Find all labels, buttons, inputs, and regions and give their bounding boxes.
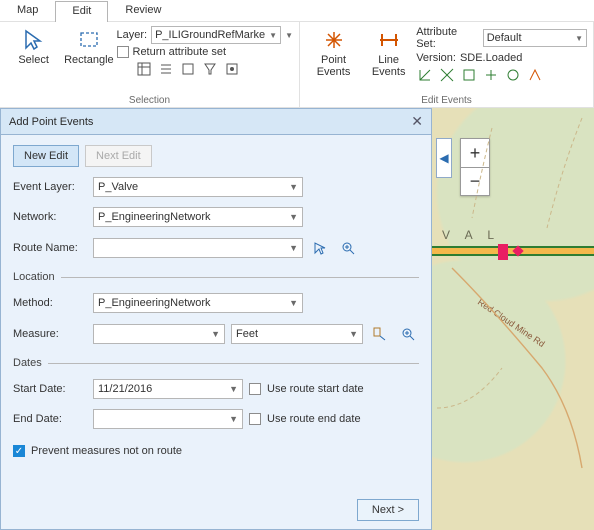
ee-tool-3[interactable] bbox=[460, 66, 478, 84]
tab-next-edit: Next Edit bbox=[85, 145, 152, 167]
ee-tool-2[interactable] bbox=[438, 66, 456, 84]
method-combo[interactable]: P_EngineeringNetwork▼ bbox=[93, 293, 303, 313]
event-layer-label: Event Layer: bbox=[13, 181, 87, 193]
add-point-events-panel: Add Point Events ✕ New Edit Next Edit Ev… bbox=[0, 108, 432, 530]
group-selection: Select Rectangle Layer: P_ILIGroundRefMa… bbox=[0, 22, 300, 107]
attr-set-label: Attribute Set: bbox=[416, 26, 479, 50]
use-route-start-label: Use route start date bbox=[267, 383, 364, 395]
return-attr-checkbox[interactable] bbox=[117, 46, 129, 58]
list-icon[interactable] bbox=[157, 60, 175, 78]
ee-tool-4[interactable] bbox=[482, 66, 500, 84]
ee-tool-1[interactable] bbox=[416, 66, 434, 84]
roads-layer bbox=[432, 108, 594, 528]
use-route-end-label: Use route end date bbox=[267, 413, 361, 425]
chevron-down-icon: ▼ bbox=[289, 243, 298, 253]
network-label: Network: bbox=[13, 211, 87, 223]
pick-measure-on-map-icon[interactable] bbox=[369, 323, 391, 345]
measure-label: Measure: bbox=[13, 328, 87, 340]
main-tabs: Map Edit Review bbox=[0, 0, 594, 22]
start-date-input[interactable]: 11/21/2016▼ bbox=[93, 379, 243, 399]
prevent-measures-label: Prevent measures not on route bbox=[31, 445, 182, 457]
layer-extra-dd[interactable]: ▼ bbox=[285, 31, 293, 40]
network-combo[interactable]: P_EngineeringNetwork▼ bbox=[93, 207, 303, 227]
location-section: Location bbox=[13, 271, 55, 283]
prevent-measures-checkbox[interactable]: ✓ bbox=[13, 445, 25, 457]
route-name-label: Route Name: bbox=[13, 242, 87, 254]
chevron-down-icon: ▼ bbox=[229, 414, 238, 424]
ee-tool-6[interactable] bbox=[526, 66, 544, 84]
filter-icon[interactable] bbox=[201, 60, 219, 78]
use-route-end-checkbox[interactable] bbox=[249, 413, 261, 425]
start-date-label: Start Date: bbox=[13, 383, 87, 395]
ee-tool-5[interactable] bbox=[504, 66, 522, 84]
selection-group-label: Selection bbox=[0, 95, 299, 106]
zoom-to-route-icon[interactable] bbox=[337, 237, 359, 259]
table-icon[interactable] bbox=[135, 60, 153, 78]
point-events-icon bbox=[322, 28, 346, 52]
layer-label: Layer: bbox=[117, 29, 148, 41]
line-events-button[interactable]: Line Events bbox=[361, 24, 416, 84]
options-icon[interactable] bbox=[223, 60, 241, 78]
chevron-down-icon: ▼ bbox=[575, 34, 583, 43]
rectangle-select-icon bbox=[77, 28, 101, 52]
edit-events-group-label: Edit Events bbox=[300, 95, 593, 106]
end-date-input[interactable]: ▼ bbox=[93, 409, 243, 429]
chevron-down-icon: ▼ bbox=[349, 329, 358, 339]
dates-section: Dates bbox=[13, 357, 42, 369]
clear-icon[interactable] bbox=[179, 60, 197, 78]
next-button[interactable]: Next > bbox=[357, 499, 419, 521]
layer-combo[interactable]: P_ILIGroundRefMarkers ▼ bbox=[151, 26, 281, 44]
tab-edit[interactable]: Edit bbox=[55, 1, 108, 22]
version-label: Version: bbox=[416, 52, 456, 64]
select-arrow-icon bbox=[22, 28, 46, 52]
group-edit-events: Point Events Line Events Attribute Set: … bbox=[300, 22, 594, 107]
event-layer-combo[interactable]: P_Valve▼ bbox=[93, 177, 303, 197]
method-label: Method: bbox=[13, 297, 87, 309]
end-date-label: End Date: bbox=[13, 413, 87, 425]
tab-map[interactable]: Map bbox=[0, 0, 55, 21]
workspace: Add Point Events ✕ New Edit Next Edit Ev… bbox=[0, 108, 594, 530]
return-attr-label: Return attribute set bbox=[133, 46, 227, 58]
measure-input[interactable]: ▼ bbox=[93, 324, 225, 344]
chevron-down-icon: ▼ bbox=[211, 329, 220, 339]
map-canvas[interactable]: ◀ + − V A L Red Cloud Mine Rd bbox=[432, 108, 594, 530]
rectangle-tool[interactable]: Rectangle bbox=[61, 24, 116, 78]
chevron-down-icon: ▼ bbox=[229, 384, 238, 394]
tab-new-edit[interactable]: New Edit bbox=[13, 145, 79, 167]
line-events-icon bbox=[377, 28, 401, 52]
use-route-start-checkbox[interactable] bbox=[249, 383, 261, 395]
select-tool[interactable]: Select bbox=[6, 24, 61, 78]
measure-unit-combo[interactable]: Feet▼ bbox=[231, 324, 363, 344]
chevron-down-icon: ▼ bbox=[269, 31, 277, 40]
select-route-on-map-icon[interactable] bbox=[309, 237, 331, 259]
panel-title: Add Point Events bbox=[9, 116, 405, 128]
ribbon: Select Rectangle Layer: P_ILIGroundRefMa… bbox=[0, 22, 594, 108]
chevron-down-icon: ▼ bbox=[289, 212, 298, 222]
point-events-button[interactable]: Point Events bbox=[306, 24, 361, 84]
zoom-to-measure-icon[interactable] bbox=[397, 323, 419, 345]
version-value: SDE.Loaded bbox=[460, 52, 522, 64]
route-name-combo[interactable]: ▼ bbox=[93, 238, 303, 258]
chevron-down-icon: ▼ bbox=[289, 182, 298, 192]
tab-review[interactable]: Review bbox=[108, 0, 178, 21]
attr-set-combo[interactable]: Default ▼ bbox=[483, 29, 587, 47]
close-icon[interactable]: ✕ bbox=[411, 113, 423, 130]
chevron-down-icon: ▼ bbox=[289, 298, 298, 308]
